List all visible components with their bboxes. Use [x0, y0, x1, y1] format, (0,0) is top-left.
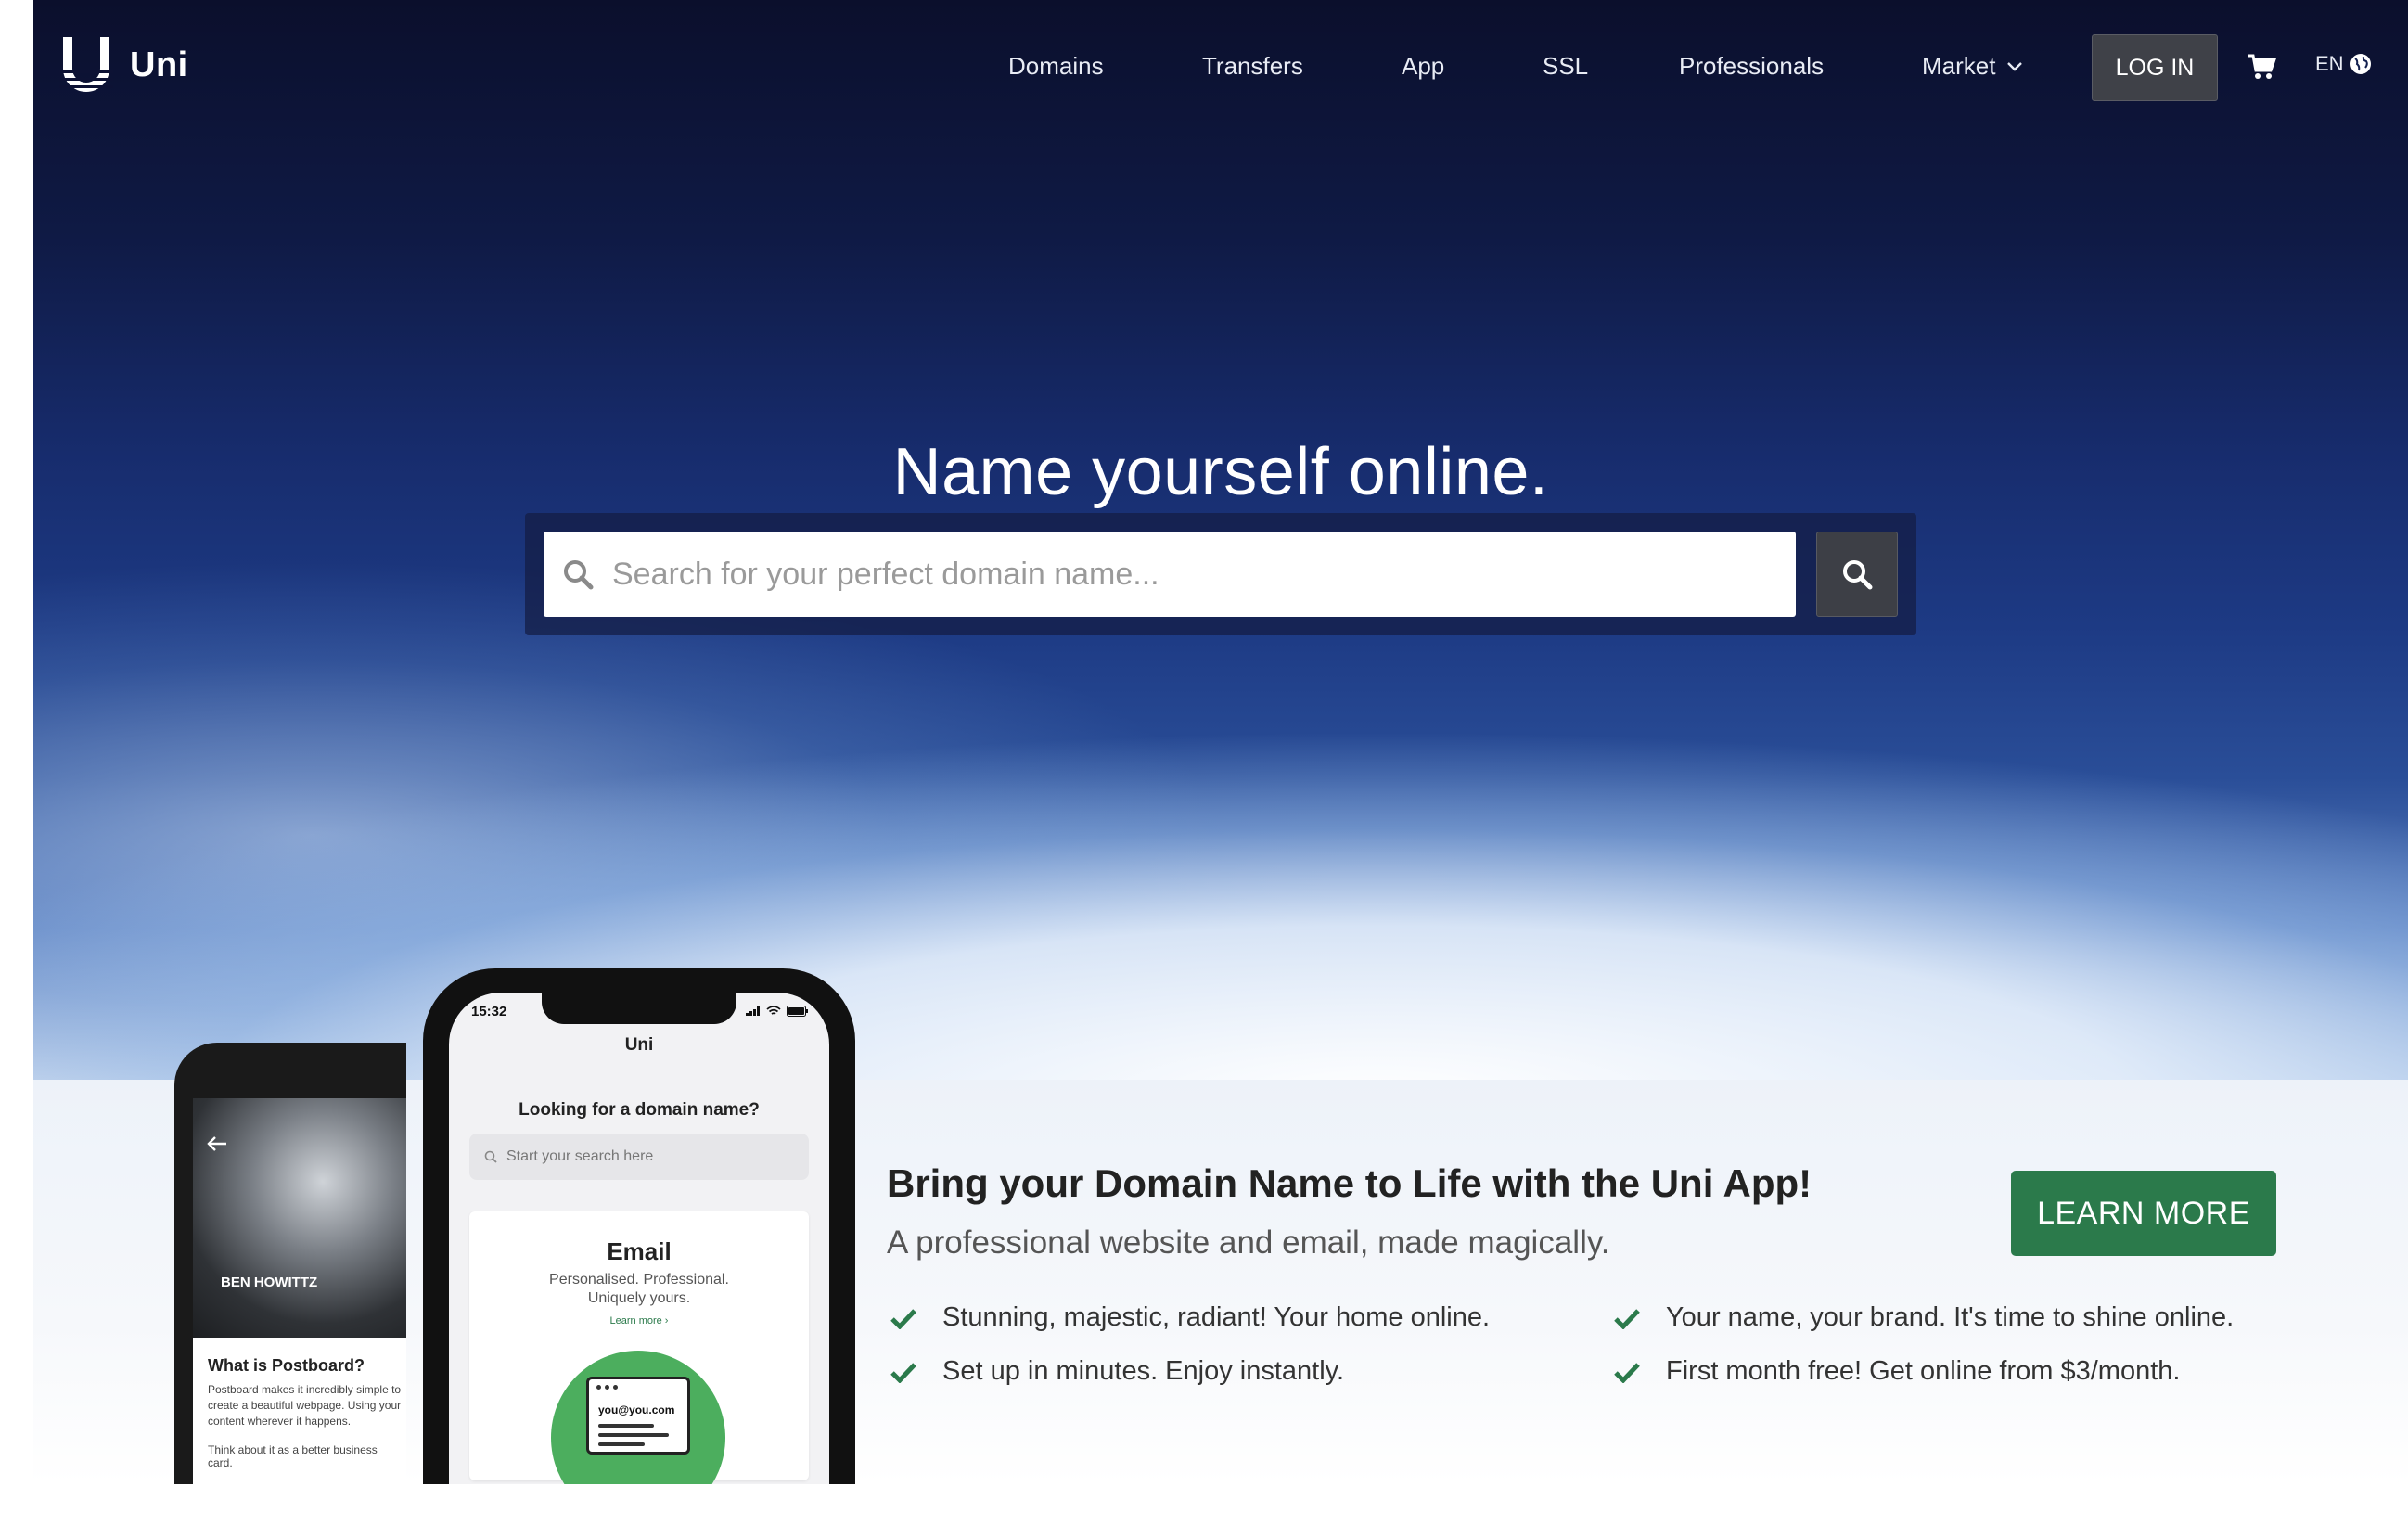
email-card-subtitle: Personalised. Professional. Uniquely you…	[469, 1271, 809, 1308]
postboard-body-2: Think about it as a better business card…	[208, 1443, 378, 1469]
email-card-title: Email	[607, 1237, 672, 1265]
search-icon	[562, 558, 594, 590]
nav-professionals[interactable]: Professionals	[1679, 52, 1824, 81]
nav-market[interactable]: Market	[1922, 52, 2023, 81]
phone-back-screen: BEN HOWITTZ What is Postboard? Postboard…	[193, 1098, 406, 1484]
phone-time: 15:32	[471, 1004, 507, 1019]
domain-search-input[interactable]	[610, 555, 1727, 594]
check-icon	[890, 1307, 916, 1329]
check-icon	[1614, 1361, 1640, 1383]
search-icon	[1843, 560, 1873, 590]
domain-search-box	[544, 532, 1796, 617]
profile-name: BEN HOWITTZ	[221, 1275, 318, 1290]
feature-item: Stunning, majestic, radiant! Your home o…	[890, 1302, 1490, 1333]
wifi-icon	[766, 1006, 781, 1015]
phone-front-screen: 15:32 Uni Looking for a domain name? Sta…	[449, 993, 829, 1484]
search-icon	[484, 1150, 497, 1163]
phone-search-placeholder: Start your search here	[506, 1148, 654, 1164]
cart-icon[interactable]	[2247, 54, 2277, 84]
nav-market-label: Market	[1922, 52, 1996, 80]
top-nav: Uni Domains Transfers App SSL Profession…	[33, 0, 2408, 135]
learn-more-button[interactable]: LEARN MORE	[2011, 1171, 2276, 1256]
globe-icon	[2350, 54, 2371, 74]
postboard-body: Postboard makes it incredibly simple to …	[208, 1383, 402, 1428]
phone-app-title: Uni	[624, 1035, 654, 1055]
email-card-subtitle-1: Personalised. Professional.	[549, 1272, 729, 1288]
feature-text: Set up in minutes. Enjoy instantly.	[942, 1356, 1345, 1386]
postboard-title: What is Postboard?	[208, 1356, 365, 1375]
signal-icon	[746, 1006, 760, 1016]
phone-notch	[542, 993, 736, 1024]
monitor-icon: you@you.com	[586, 1377, 690, 1455]
check-icon	[1614, 1307, 1640, 1329]
nav-transfers[interactable]: Transfers	[1202, 52, 1303, 81]
feature-text: First month free! Get online from $3/mon…	[1666, 1356, 2181, 1386]
search-submit-button[interactable]	[1816, 532, 1898, 617]
email-card-subtitle-2: Uniquely yours.	[587, 1290, 691, 1306]
feature-text: Stunning, majestic, radiant! Your home o…	[942, 1302, 1491, 1332]
email-card: Email Personalised. Professional. Unique…	[469, 1211, 809, 1484]
domain-search-bar	[525, 513, 1916, 635]
nav-ssl[interactable]: SSL	[1543, 52, 1588, 81]
back-arrow-icon	[207, 1136, 226, 1151]
feature-text: Your name, your brand. It's time to shin…	[1666, 1302, 2235, 1332]
email-illustration-text: you@you.com	[598, 1403, 675, 1416]
hero-headline: Name yourself online.	[892, 435, 1549, 510]
phone-prompt: Looking for a domain name?	[519, 1100, 760, 1120]
language-selector[interactable]: EN	[2315, 52, 2372, 76]
nav-app[interactable]: App	[1402, 52, 1444, 81]
phone-back-mockup: BEN HOWITTZ What is Postboard? Postboard…	[174, 1043, 406, 1484]
check-icon	[890, 1361, 916, 1383]
feature-item: Set up in minutes. Enjoy instantly.	[890, 1356, 1344, 1387]
phone-search-field: Start your search here	[469, 1134, 809, 1180]
promo-title: Bring your Domain Name to Life with the …	[887, 1161, 1812, 1205]
page: Uni Domains Transfers App SSL Profession…	[33, 0, 2408, 1484]
email-card-learn-more: Learn more ›	[609, 1315, 669, 1326]
phone-front-mockup: 15:32 Uni Looking for a domain name? Sta…	[423, 968, 855, 1484]
battery-icon	[787, 1006, 808, 1017]
profile-photo	[193, 1098, 406, 1338]
feature-item: First month free! Get online from $3/mon…	[1614, 1356, 2180, 1387]
language-label: EN	[2315, 52, 2344, 75]
chevron-down-icon	[2007, 61, 2023, 71]
hero-section: Uni Domains Transfers App SSL Profession…	[33, 0, 2408, 1080]
login-button[interactable]: LOG IN	[2092, 34, 2218, 101]
feature-item: Your name, your brand. It's time to shin…	[1614, 1302, 2234, 1333]
nav-domains[interactable]: Domains	[1008, 52, 1104, 81]
phone-status-icons	[746, 1006, 809, 1017]
promo-subtitle: A professional website and email, made m…	[887, 1224, 1610, 1261]
